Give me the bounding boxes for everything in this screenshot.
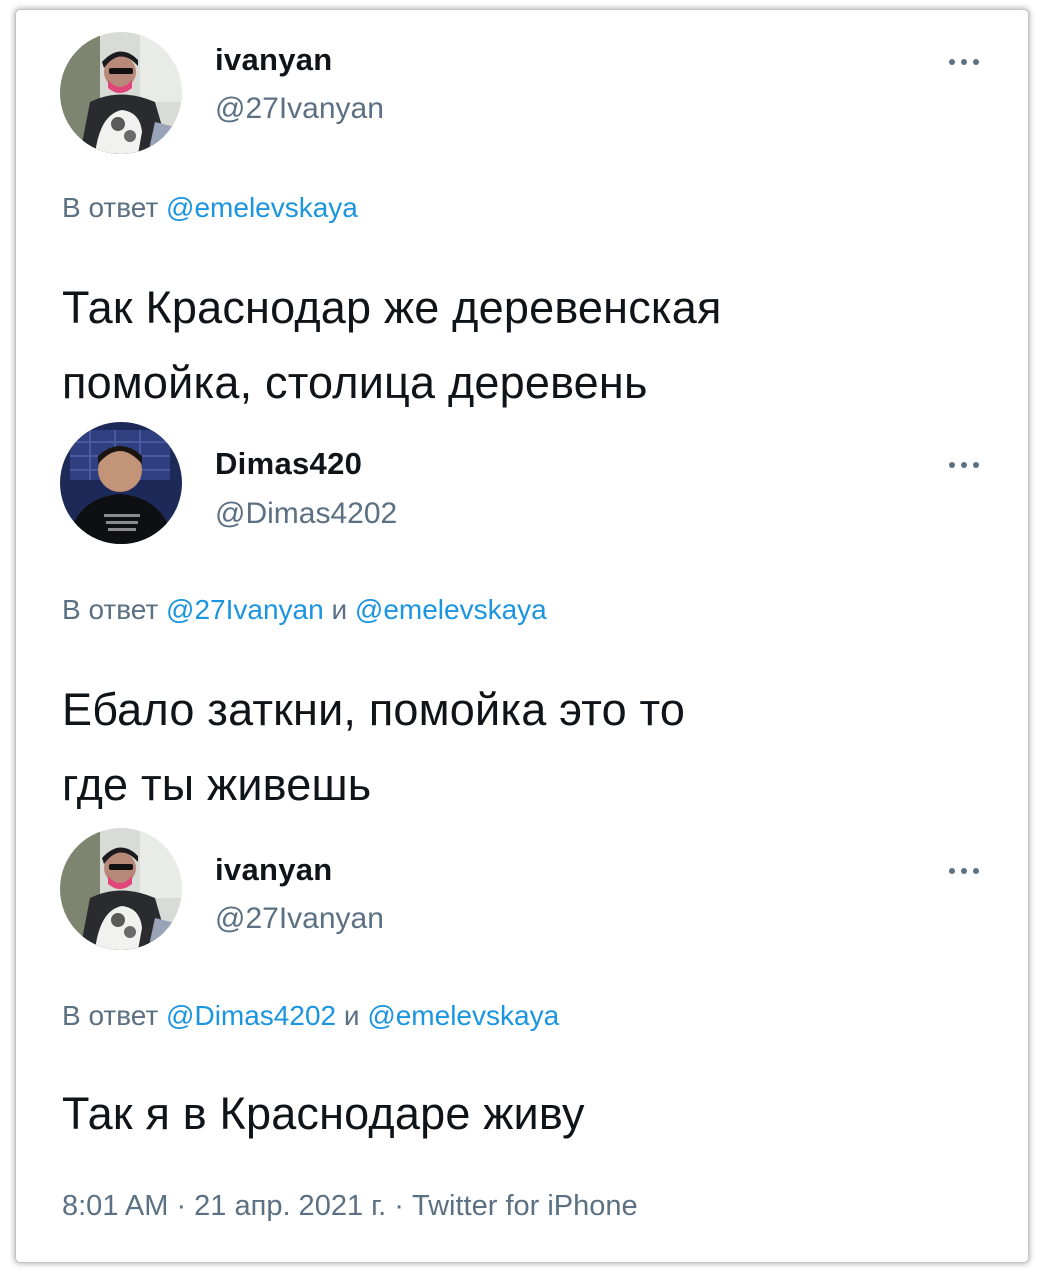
reply-prefix: В ответ [62, 1000, 159, 1031]
tweet-text-line: помойка, столица деревень [62, 357, 648, 408]
tweet-text: Ебало заткни, помойка это то где ты живе… [62, 672, 992, 822]
avatar-photo-man-in-black-shirt [60, 422, 182, 544]
avatar-photo-person-with-cat [60, 828, 182, 950]
reply-context: В ответ @Dimas4202 и @emelevskaya [62, 1000, 559, 1032]
tweet-text: Так я в Краснодаре живу [62, 1076, 992, 1151]
avatar[interactable] [60, 828, 182, 950]
tweet-text-line: Так Краснодар же деревенская [62, 282, 722, 333]
reply-context: В ответ @27Ivanyan и @emelevskaya [62, 594, 547, 626]
tweet-text: Так Краснодар же деревенская помойка, ст… [62, 270, 992, 420]
mention-link[interactable]: @emelevskaya [367, 1000, 559, 1031]
user-handle[interactable]: @27Ivanyan [215, 902, 384, 936]
tweet-timestamp-source[interactable]: 8:01 AM · 21 апр. 2021 г. · Twitter for … [62, 1190, 638, 1223]
avatar[interactable] [60, 422, 182, 544]
reply-joiner: и [331, 594, 348, 625]
more-horizontal-icon[interactable] [944, 864, 984, 878]
display-name[interactable]: ivanyan [215, 852, 333, 888]
display-name[interactable]: Dimas420 [215, 446, 362, 482]
tweet-thread-card: ivanyan @27Ivanyan В ответ @emelevskaya … [16, 10, 1028, 1262]
more-horizontal-icon[interactable] [944, 55, 984, 69]
avatar[interactable] [60, 32, 182, 154]
display-name[interactable]: ivanyan [215, 42, 333, 78]
more-horizontal-icon[interactable] [944, 458, 984, 472]
mention-link[interactable]: @Dimas4202 [166, 1000, 336, 1031]
tweet-text-line: Ебало заткни, помойка это то [62, 684, 686, 735]
tweet-text-line: где ты живешь [62, 759, 372, 810]
user-handle[interactable]: @27Ivanyan [215, 92, 384, 126]
reply-context: В ответ @emelevskaya [62, 192, 358, 224]
mention-link[interactable]: @27Ivanyan [166, 594, 324, 625]
reply-prefix: В ответ [62, 192, 159, 223]
reply-prefix: В ответ [62, 594, 159, 625]
mention-link[interactable]: @emelevskaya [355, 594, 547, 625]
avatar-photo-person-with-cat [60, 32, 182, 154]
mention-link[interactable]: @emelevskaya [166, 192, 358, 223]
tweet-text-line: Так я в Краснодаре живу [62, 1088, 585, 1139]
reply-joiner: и [343, 1000, 360, 1031]
user-handle[interactable]: @Dimas4202 [215, 497, 397, 531]
